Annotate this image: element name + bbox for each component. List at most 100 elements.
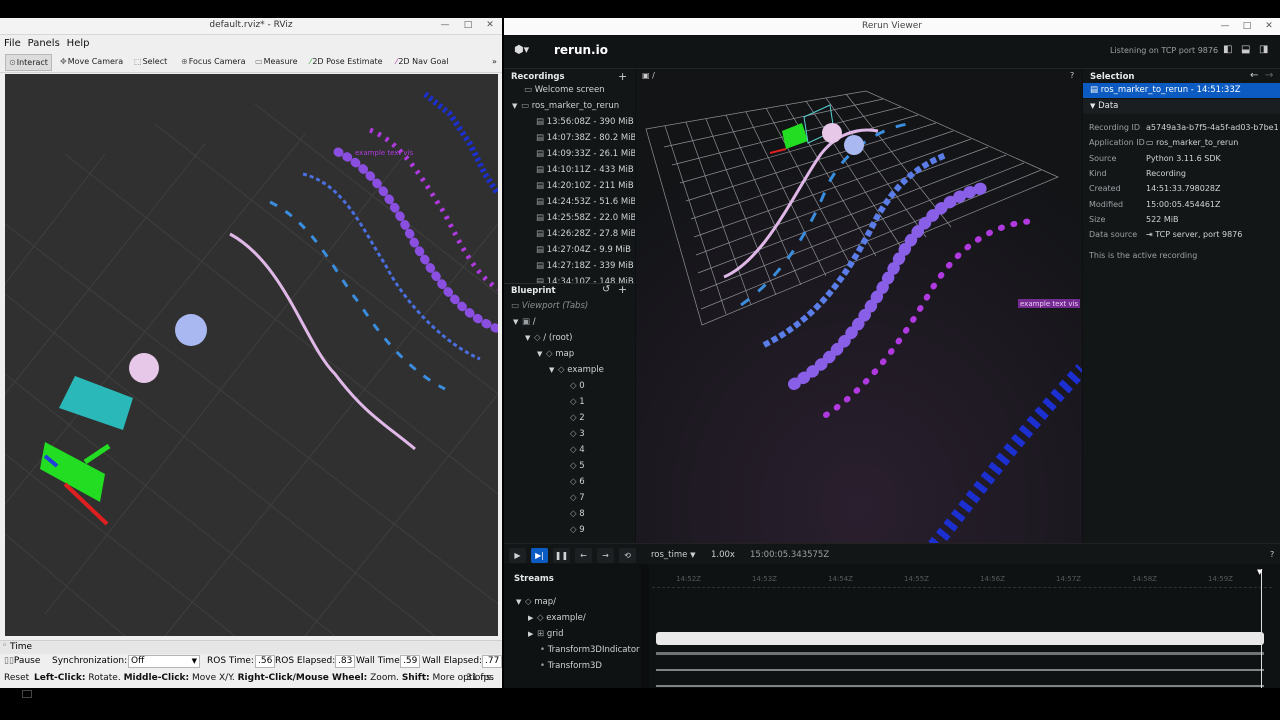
entity-icon: ◇ bbox=[537, 613, 544, 623]
rviz-menu-bar: File Panels Help bbox=[0, 35, 502, 51]
minimize-icon[interactable]: — bbox=[1218, 20, 1232, 33]
tree-entity-item[interactable]: ◇ 7 bbox=[570, 491, 585, 506]
reset-button[interactable]: Reset bbox=[4, 673, 29, 683]
stream-example[interactable]: ▶ ◇ example/ bbox=[528, 611, 586, 626]
wall-time-label: Wall Time: bbox=[356, 656, 403, 666]
ros-elapsed-value: .83 bbox=[335, 655, 356, 668]
toggle-bottom-panel-icon[interactable]: ⬓ bbox=[1241, 44, 1250, 55]
stream-transform3dindicator[interactable]: • Transform3DIndicator bbox=[540, 643, 640, 658]
pause-button[interactable]: ▯▯Pause bbox=[4, 656, 40, 666]
source-key: Source bbox=[1089, 154, 1117, 163]
tool-move-camera[interactable]: ✥Move Camera bbox=[57, 54, 126, 69]
data-section-header[interactable]: ▼ Data bbox=[1083, 99, 1280, 114]
time-tick-label: 14:59Z bbox=[1208, 575, 1233, 583]
loop-icon[interactable]: ⟲ bbox=[619, 548, 636, 563]
tool-interact[interactable]: ⊙Interact bbox=[5, 54, 52, 71]
expand-icon: ▼ bbox=[1090, 102, 1096, 110]
tree-entity-item[interactable]: ◇ 4 bbox=[570, 443, 585, 458]
tool-focus-camera[interactable]: ⊕Focus Camera bbox=[178, 54, 249, 69]
size-value: 522 MiB bbox=[1146, 215, 1179, 224]
wall-time-value: .59 bbox=[400, 655, 421, 668]
time-tick-label: 14:58Z bbox=[1132, 575, 1157, 583]
close-icon[interactable]: ✕ bbox=[483, 19, 497, 32]
rviz-status-bar: Reset Left-Click: Rotate. Middle-Click: … bbox=[0, 671, 502, 686]
menu-panels[interactable]: Panels bbox=[24, 35, 60, 49]
stream-grid[interactable]: ▶ ⊞ grid bbox=[528, 627, 563, 642]
kind-key: Kind bbox=[1089, 169, 1107, 178]
stream-map[interactable]: ▼ ◇ map/ bbox=[516, 595, 556, 610]
entity-icon: ◇ bbox=[570, 461, 580, 471]
tool-measure[interactable]: ▭Measure bbox=[252, 54, 301, 69]
panel-handle-icon: ◦ bbox=[2, 641, 8, 651]
time-tick-label: 14:52Z bbox=[676, 575, 701, 583]
maximize-icon[interactable]: □ bbox=[1240, 20, 1254, 33]
tree-entity-item[interactable]: ◇ 5 bbox=[570, 459, 585, 474]
rviz-text-marker: example text vis bbox=[355, 149, 413, 157]
blue-line-list bbox=[269, 200, 446, 391]
menu-file[interactable]: File bbox=[0, 35, 21, 49]
tool-2d-nav-goal[interactable]: ⁄2D Nav Goal bbox=[393, 54, 452, 69]
expand-icon: ▶ bbox=[528, 630, 534, 638]
tree-entity-label: 5 bbox=[579, 461, 585, 471]
tool-select[interactable]: ⬚Select bbox=[131, 54, 170, 69]
time-cursor-handle-icon[interactable]: ▼ bbox=[1257, 568, 1262, 576]
data-source-value: ⇥ TCP server, port 9876 bbox=[1146, 230, 1242, 239]
wall-elapsed-value: .77 bbox=[482, 655, 503, 668]
tree-entity-item[interactable]: ◇ 2 bbox=[570, 411, 585, 426]
rerun-left-panel: Recordings + ▭ Welcome screen ▼ ▭ ros_mar… bbox=[504, 69, 635, 555]
back-arrow-icon[interactable]: ← bbox=[1250, 70, 1258, 81]
play-icon[interactable]: ▶ bbox=[509, 548, 526, 563]
time-help-icon[interactable]: ? bbox=[1270, 550, 1274, 559]
data-section-row: ▼ Data bbox=[1090, 101, 1118, 111]
selected-recording[interactable]: ▤ ros_marker_to_rerun - 14:51:33Z bbox=[1083, 83, 1280, 98]
fps-readout: 31 fps bbox=[466, 673, 494, 683]
stream-map-label: map/ bbox=[534, 597, 556, 607]
tree-entity-item[interactable]: ◇ 9 bbox=[570, 523, 585, 538]
example-stream-bar[interactable] bbox=[656, 632, 1264, 645]
tree-children-list: ◇ 0 ◇ 1 ◇ 2 ◇ 3 ◇ 4 ◇ 5 ◇ 6 ◇ 7 ◇ 8 ◇ 9 bbox=[504, 69, 635, 555]
component-icon: • bbox=[540, 645, 546, 655]
stream-transform3d[interactable]: • Transform3D bbox=[540, 659, 602, 674]
blue-sphere bbox=[844, 135, 864, 155]
toggle-right-panel-icon[interactable]: ◨ bbox=[1259, 44, 1268, 55]
view-tab[interactable]: ▣ / bbox=[642, 71, 655, 80]
rerun-scene: example text vis bbox=[636, 69, 1082, 555]
rerun-3d-view[interactable]: example text vis ▣ / ? bbox=[636, 69, 1082, 555]
tool-2d-pose-estimate[interactable]: ⁄2D Pose Estimate bbox=[307, 54, 386, 69]
timeline-select[interactable]: ros_time ▼ bbox=[651, 550, 695, 560]
step-forward-icon[interactable]: → bbox=[597, 548, 614, 563]
text-marker-label: example text vis bbox=[1020, 300, 1078, 308]
sync-select[interactable]: Off ▼ bbox=[128, 655, 200, 668]
follow-icon[interactable]: ▶| bbox=[531, 548, 548, 563]
tree-entity-item[interactable]: ◇ 8 bbox=[570, 507, 585, 522]
rviz-3d-viewport[interactable]: example text vis bbox=[5, 74, 498, 636]
tree-entity-item[interactable]: ◇ 1 bbox=[570, 395, 585, 410]
view-help-icon[interactable]: ? bbox=[1070, 71, 1074, 80]
pink-sphere bbox=[822, 123, 842, 143]
current-time[interactable]: 15:00:05.343575Z bbox=[750, 550, 829, 560]
tree-entity-label: 9 bbox=[579, 525, 585, 535]
playback-speed[interactable]: 1.00x bbox=[711, 550, 735, 560]
move-camera-icon: ✥ bbox=[60, 57, 67, 66]
data-title: Data bbox=[1098, 101, 1119, 111]
rerun-title-bar: Rerun Viewer — □ ✕ bbox=[504, 18, 1280, 35]
menu-help[interactable]: Help bbox=[63, 35, 90, 49]
sync-label: Synchronization: bbox=[52, 656, 128, 666]
maximize-icon[interactable]: □ bbox=[461, 19, 475, 32]
toolbar-overflow-button[interactable]: » bbox=[489, 54, 500, 69]
toggle-left-panel-icon[interactable]: ◧ bbox=[1223, 44, 1232, 55]
minimize-icon[interactable]: — bbox=[438, 19, 452, 32]
tree-entity-item[interactable]: ◇ 3 bbox=[570, 427, 585, 442]
tree-entity-item[interactable]: ◇ 0 bbox=[570, 379, 585, 394]
forward-arrow-icon[interactable]: → bbox=[1265, 70, 1273, 81]
close-icon[interactable]: ✕ bbox=[1262, 20, 1276, 33]
t3di-stream-line bbox=[656, 669, 1264, 671]
rviz-window: default.rviz* - RViz — □ ✕ File Panels H… bbox=[0, 18, 503, 688]
step-back-icon[interactable]: ← bbox=[575, 548, 592, 563]
rerun-logo-icon[interactable]: ⬢▾ bbox=[514, 43, 529, 56]
tree-entity-item[interactable]: ◇ 6 bbox=[570, 475, 585, 490]
application-id-value: ▭ ros_marker_to_rerun bbox=[1146, 138, 1238, 147]
time-cursor[interactable] bbox=[1261, 569, 1262, 688]
pause-icon[interactable]: ❚❚ bbox=[553, 548, 570, 563]
recording-id-value: a5749a3a-b7f5-4a5f-ad03-b7be1 bbox=[1146, 123, 1279, 132]
